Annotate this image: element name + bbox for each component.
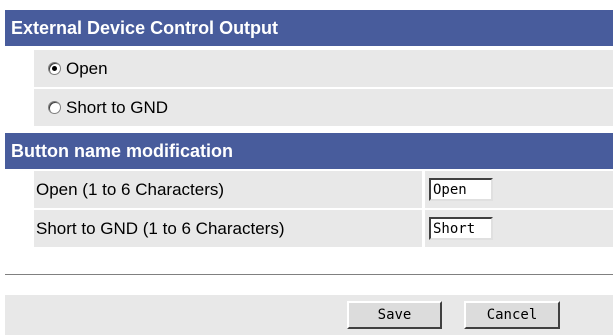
short-to-gnd-radio[interactable] [48,101,61,114]
short-name-label: Short to GND (1 to 6 Characters) [36,218,285,238]
radio-row-open[interactable]: Open [34,50,613,87]
open-radio[interactable] [48,62,61,75]
open-name-input[interactable] [429,178,493,201]
short-name-row: Short to GND (1 to 6 Characters) [34,210,613,247]
short-name-input[interactable] [429,217,493,240]
button-name-modification-header: Button name modification [5,133,613,169]
open-name-label: Open (1 to 6 Characters) [36,179,225,199]
save-button[interactable]: Save [347,301,442,329]
radio-row-short-to-gnd[interactable]: Short to GND [34,89,613,126]
radio-label-open[interactable]: Open [66,59,108,79]
section-title: Button name modification [11,141,233,161]
open-name-label-cell: Open (1 to 6 Characters) [34,171,425,208]
external-device-control-output-header: External Device Control Output [5,10,613,46]
cancel-button[interactable]: Cancel [464,301,560,329]
open-name-input-cell [425,171,613,208]
open-name-row: Open (1 to 6 Characters) [34,171,613,208]
divider [5,274,613,276]
short-name-label-cell: Short to GND (1 to 6 Characters) [34,210,425,247]
radio-label-short-to-gnd[interactable]: Short to GND [66,98,168,118]
footer-bar: Save Cancel [5,295,613,335]
short-name-input-cell [425,210,613,247]
section-title: External Device Control Output [11,18,279,38]
settings-page: External Device Control Output Open Shor… [0,0,614,335]
